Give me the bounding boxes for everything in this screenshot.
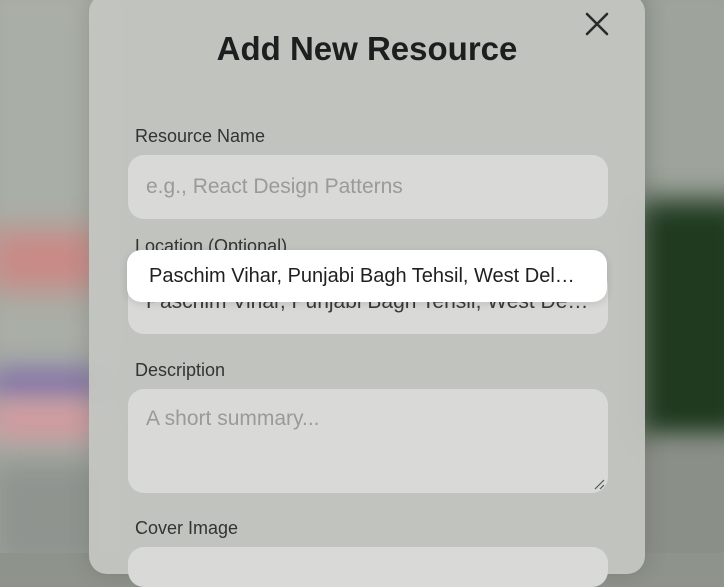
description-textarea[interactable] — [128, 389, 608, 493]
location-suggestion-item[interactable]: Paschim Vihar, Punjabi Bagh Tehsil, West… — [127, 250, 607, 302]
resize-grip-icon[interactable] — [593, 478, 605, 490]
cover-image-label: Cover Image — [135, 518, 239, 538]
cover-image-field[interactable] — [128, 547, 608, 587]
modal-title: Add New Resource — [216, 30, 518, 67]
description-label: Description — [135, 360, 226, 380]
resource-name-label: Resource Name — [135, 126, 266, 146]
location-suggestion-text: Paschim Vihar, Punjabi Bagh Tehsil, West… — [149, 264, 585, 287]
resource-name-input[interactable] — [128, 155, 608, 219]
